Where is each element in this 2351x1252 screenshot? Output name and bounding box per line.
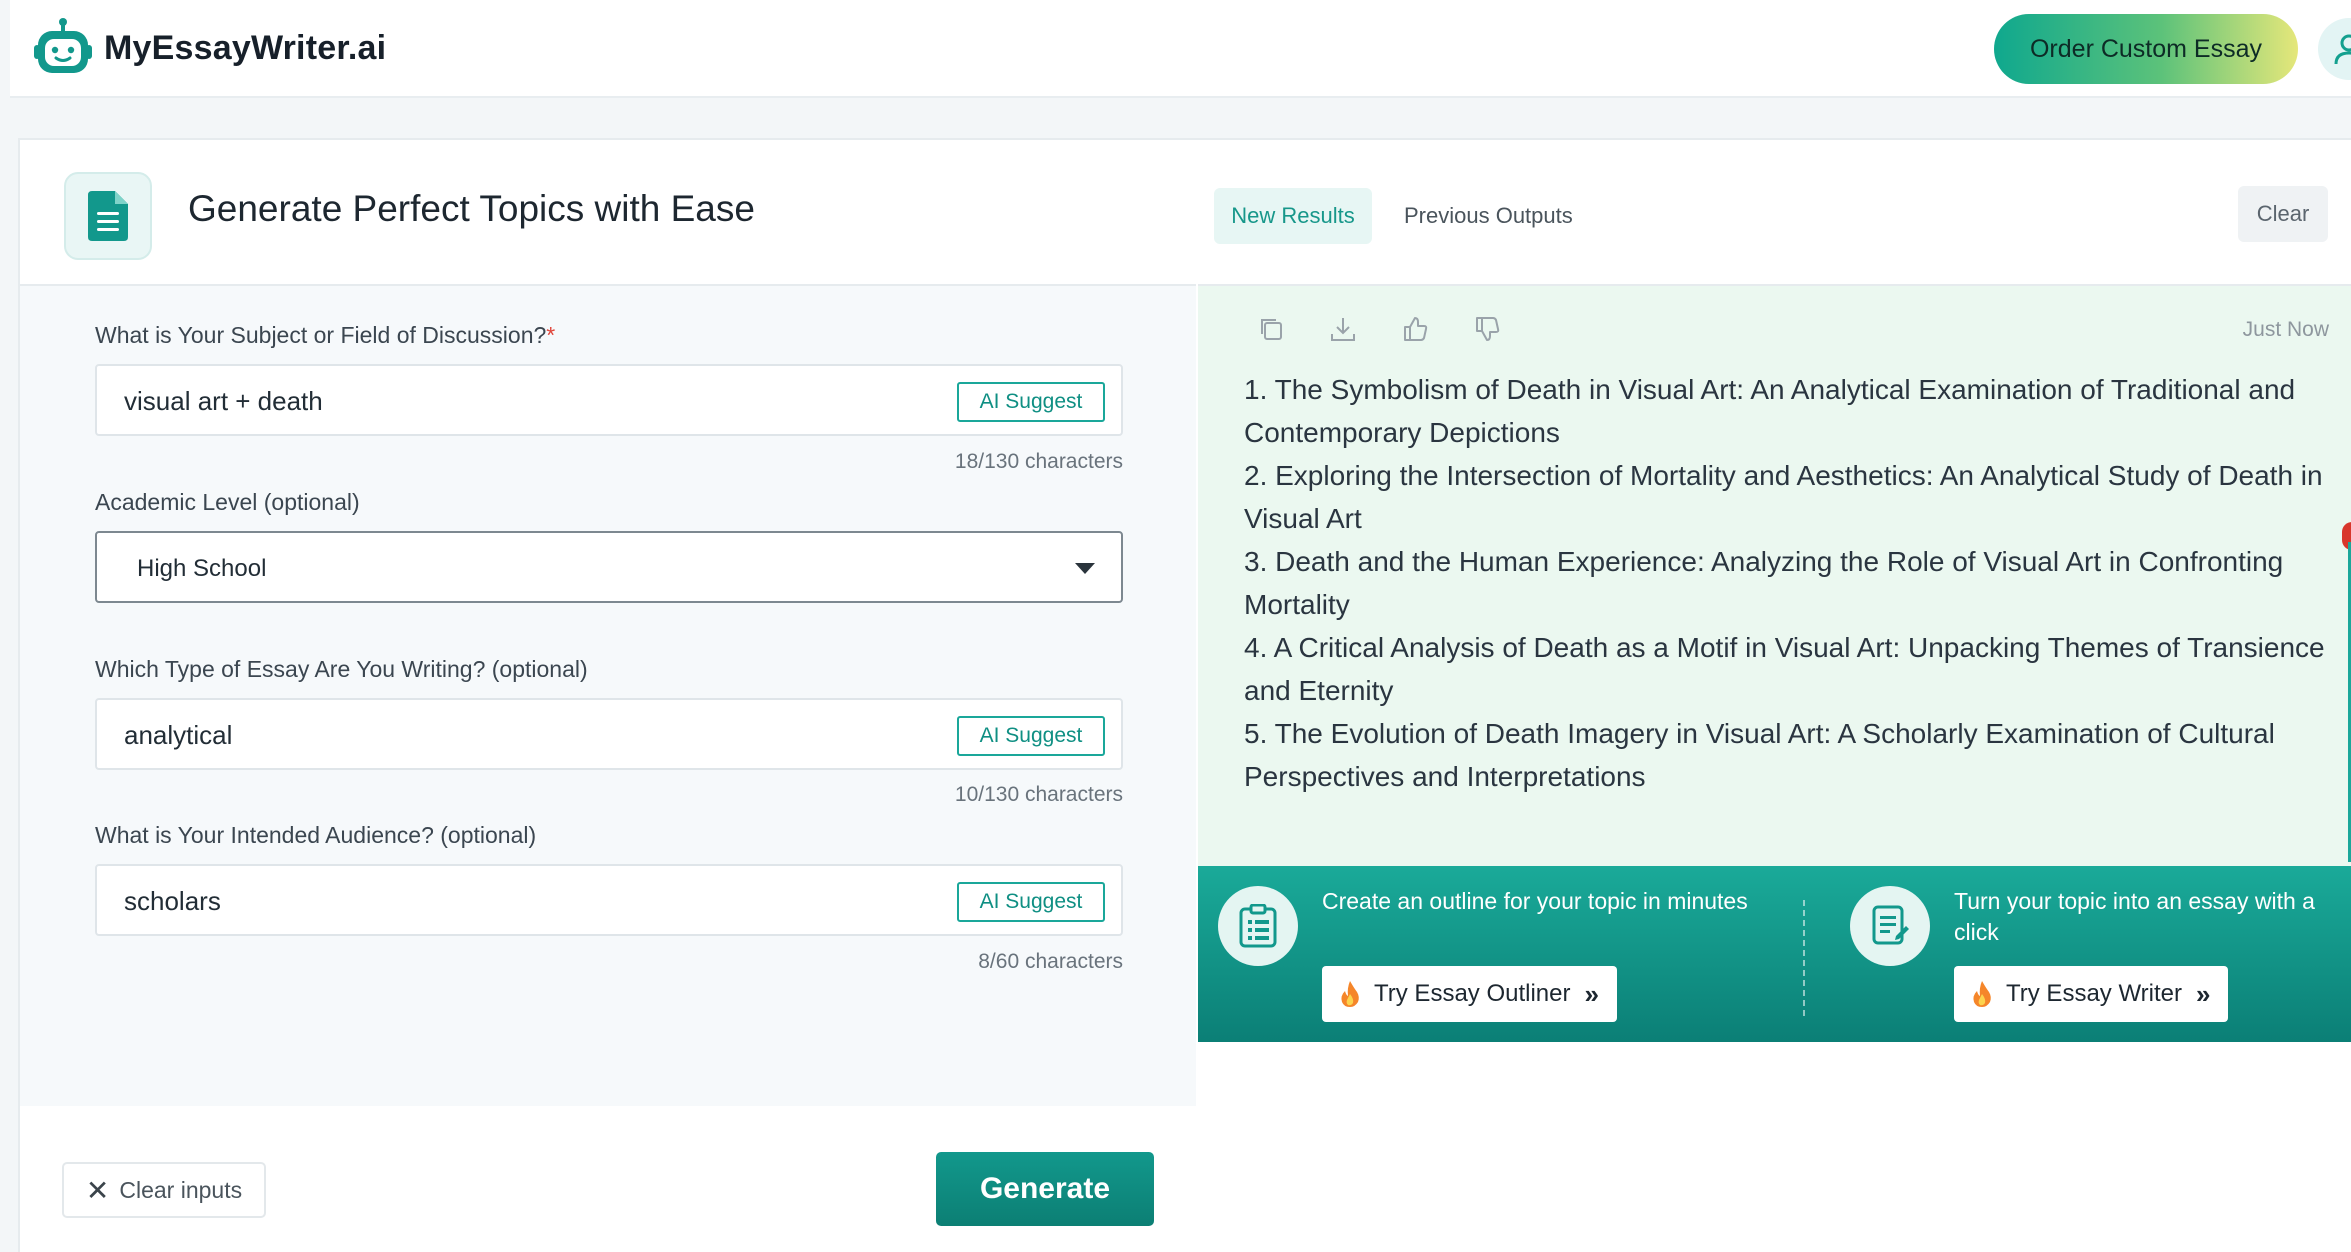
results-header: New Results Previous Outputs Clear bbox=[1198, 140, 2351, 286]
tab-new-results[interactable]: New Results bbox=[1214, 188, 1372, 244]
close-icon: ✕ bbox=[85, 1174, 110, 1206]
audience-ai-suggest-button[interactable]: AI Suggest bbox=[957, 882, 1105, 922]
try-essay-writer-button[interactable]: Try Essay Writer » bbox=[1954, 966, 2229, 1022]
essay-type-value: analytical bbox=[124, 720, 233, 750]
try-essay-outliner-button[interactable]: Try Essay Outliner » bbox=[1322, 966, 1617, 1022]
subject-ai-suggest-button[interactable]: AI Suggest bbox=[957, 382, 1105, 422]
double-chevron-right-icon: » bbox=[1584, 978, 1599, 1009]
order-custom-essay-button[interactable]: Order Custom Essay bbox=[1994, 14, 2298, 84]
audience-char-counter: 8/60 characters bbox=[978, 950, 1123, 973]
thumbs-up-icon[interactable] bbox=[1398, 312, 1432, 346]
copy-icon[interactable] bbox=[1254, 312, 1288, 346]
user-account-button[interactable] bbox=[2318, 18, 2351, 80]
essay-type-input[interactable]: analytical AI Suggest bbox=[95, 698, 1123, 770]
clear-inputs-button[interactable]: ✕ Clear inputs bbox=[62, 1162, 266, 1218]
result-actions bbox=[1254, 312, 1504, 346]
list-item: 5. The Evolution of Death Imagery in Vis… bbox=[1244, 718, 2275, 792]
subject-label: What is Your Subject or Field of Discuss… bbox=[95, 322, 556, 348]
promo-banner: Create an outline for your topic in minu… bbox=[1198, 866, 2351, 1042]
caret-down-icon bbox=[1075, 563, 1095, 574]
document-icon bbox=[88, 191, 128, 241]
tool-panel: Generate Perfect Topics with Ease What i… bbox=[18, 138, 2351, 1252]
list-item: 2. Exploring the Intersection of Mortali… bbox=[1244, 460, 2323, 534]
audience-input[interactable]: scholars AI Suggest bbox=[95, 864, 1123, 936]
academic-level-value: High School bbox=[137, 555, 267, 582]
writer-promo-text: Turn your topic into an essay with a cli… bbox=[1954, 888, 2315, 945]
fire-icon bbox=[1972, 980, 1992, 1008]
tool-icon-box bbox=[64, 172, 152, 260]
required-mark: * bbox=[546, 322, 556, 348]
input-column: Generate Perfect Topics with Ease What i… bbox=[20, 140, 1196, 1252]
subject-char-counter: 18/130 characters bbox=[954, 450, 1123, 473]
tab-previous-outputs[interactable]: Previous Outputs bbox=[1404, 188, 1573, 244]
essay-type-char-counter: 10/130 characters bbox=[954, 783, 1123, 806]
list-item: 3. Death and the Human Experience: Analy… bbox=[1244, 546, 2284, 620]
brand-logo[interactable]: MyEssayWriter.ai bbox=[32, 16, 386, 80]
generate-button[interactable]: Generate bbox=[936, 1152, 1154, 1226]
outline-promo-text: Create an outline for your topic in minu… bbox=[1322, 888, 1748, 914]
top-bar: MyEssayWriter.ai Order Custom Essay bbox=[10, 0, 2351, 98]
clear-results-button[interactable]: Clear bbox=[2238, 186, 2328, 242]
results-area: Just Now 1. The Symbolism of Death in Vi… bbox=[1198, 286, 2351, 866]
result-timestamp: Just Now bbox=[2242, 318, 2329, 341]
clipboard-list-icon bbox=[1239, 904, 1277, 948]
promo-divider bbox=[1803, 900, 1805, 1016]
fire-icon bbox=[1340, 980, 1360, 1008]
tool-header: Generate Perfect Topics with Ease bbox=[20, 140, 1196, 286]
download-icon[interactable] bbox=[1326, 312, 1360, 346]
topic-list: 1. The Symbolism of Death in Visual Art:… bbox=[1244, 368, 2334, 798]
subject-input[interactable]: visual art + death AI Suggest bbox=[95, 364, 1123, 436]
brand-name: MyEssayWriter.ai bbox=[104, 28, 387, 67]
academic-level-select[interactable]: High School bbox=[95, 531, 1123, 603]
essay-type-label: Which Type of Essay Are You Writing? (op… bbox=[95, 656, 588, 682]
list-item: 1. The Symbolism of Death in Visual Art:… bbox=[1244, 374, 2296, 448]
double-chevron-right-icon: » bbox=[2196, 978, 2211, 1009]
level-label: Academic Level (optional) bbox=[95, 489, 360, 515]
robot-icon bbox=[34, 18, 92, 73]
page-title: Generate Perfect Topics with Ease bbox=[188, 188, 755, 229]
subject-input-value: visual art + death bbox=[124, 386, 323, 416]
writer-icon-circle bbox=[1850, 886, 1930, 966]
essay-type-ai-suggest-button[interactable]: AI Suggest bbox=[957, 716, 1105, 756]
outline-icon-circle bbox=[1218, 886, 1298, 966]
thumbs-down-icon[interactable] bbox=[1470, 312, 1504, 346]
user-icon bbox=[2334, 34, 2351, 65]
topic-form: What is Your Subject or Field of Discuss… bbox=[20, 286, 1196, 1106]
list-item: 4. A Critical Analysis of Death as a Mot… bbox=[1244, 632, 2325, 706]
audience-value: scholars bbox=[124, 886, 221, 916]
document-edit-icon bbox=[1872, 905, 1909, 945]
results-column: New Results Previous Outputs Clear Just … bbox=[1198, 140, 2351, 1252]
audience-label: What is Your Intended Audience? (optiona… bbox=[95, 822, 537, 848]
